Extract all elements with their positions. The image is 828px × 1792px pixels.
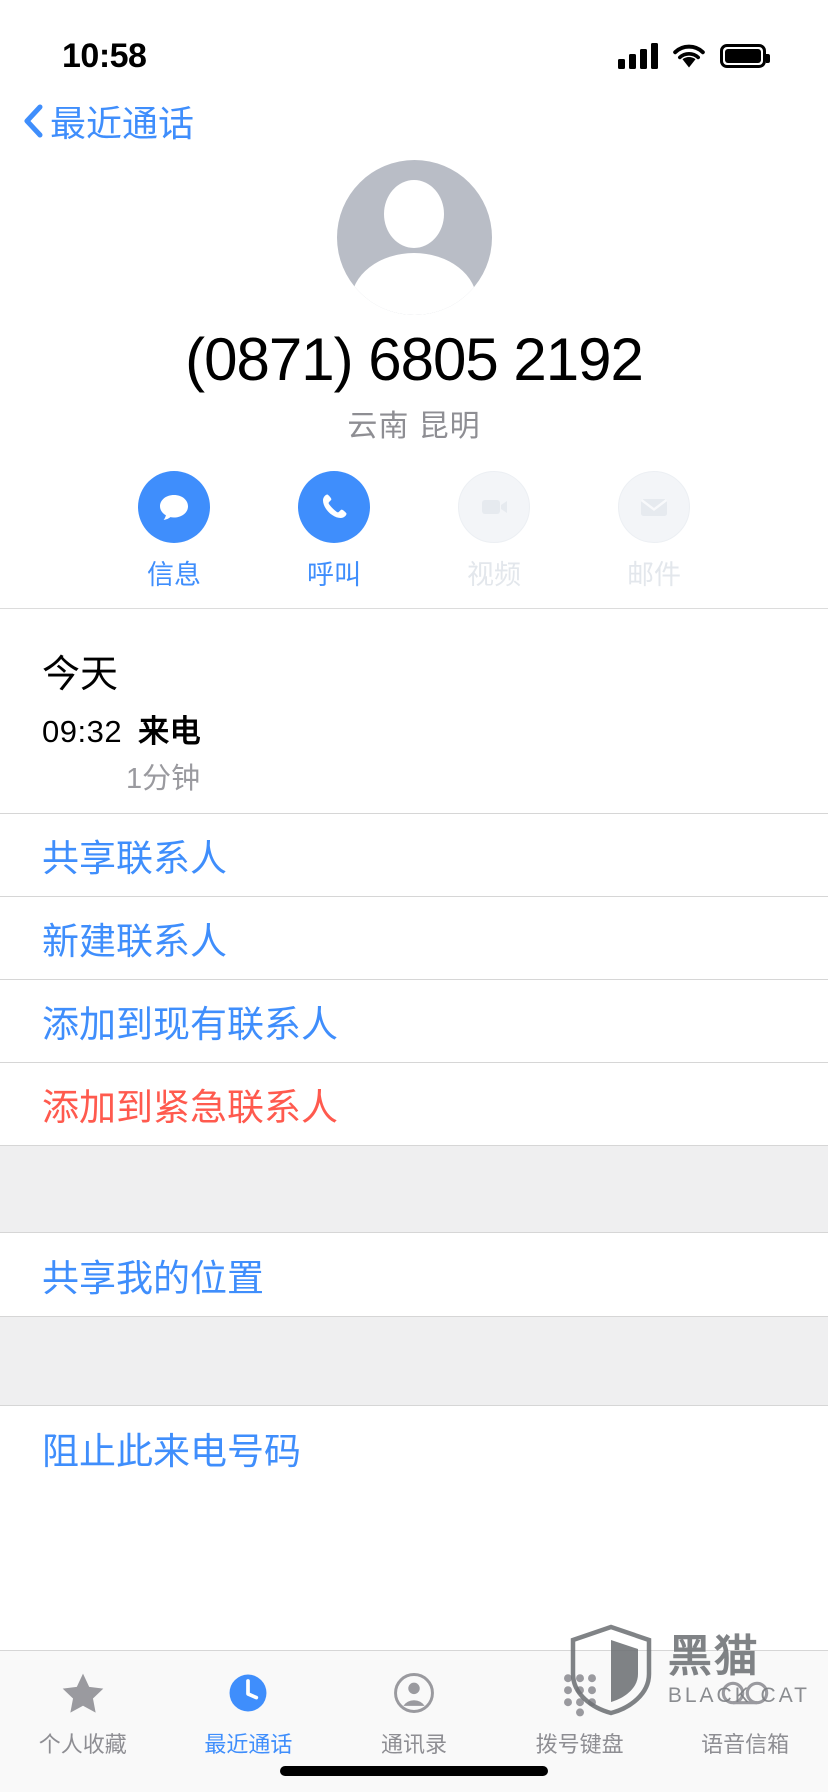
home-indicator — [280, 1766, 548, 1776]
tab-contacts[interactable]: 通讯录 — [331, 1667, 497, 1759]
phone-screen: 10:58 最近通话 (0871) 6805 2192 云南 昆明 信息 呼叫 … — [0, 0, 828, 1792]
tab-voicemail[interactable]: 语音信箱 — [662, 1667, 828, 1759]
menu-item-block-caller[interactable]: 阻止此来电号码 — [0, 1406, 828, 1489]
status-bar: 10:58 — [0, 0, 828, 90]
menu-item-share-contact[interactable]: 共享联系人 — [0, 813, 828, 896]
action-message-label: 信息 — [147, 560, 201, 590]
tab-favorites-label: 个人收藏 — [38, 1732, 127, 1757]
menu-item-create-contact[interactable]: 新建联系人 — [0, 896, 828, 979]
section-separator-1 — [0, 1145, 828, 1233]
tab-recents-label: 最近通话 — [204, 1732, 293, 1757]
call-entry-main: 09:32 来电 — [42, 706, 786, 751]
section-separator-2 — [0, 1316, 828, 1406]
action-call[interactable]: 呼叫 — [254, 471, 414, 592]
call-history-entry: 09:32 来电 1分钟 — [0, 704, 828, 813]
contact-location: 云南 昆明 — [347, 410, 481, 443]
wifi-icon — [672, 43, 706, 69]
contact-header: (0871) 6805 2192 云南 昆明 信息 呼叫 视频 邮件 — [0, 152, 828, 609]
back-button-label: 最近通话 — [50, 103, 195, 144]
status-bar-indicators — [618, 43, 770, 69]
voicemail-icon — [719, 1667, 771, 1719]
detail-list: 今天 09:32 来电 1分钟 共享联系人 新建联系人 添加到现有联系人 添加到紧… — [0, 609, 828, 1650]
chevron-left-icon — [24, 104, 43, 138]
page-title: (0871) 6805 2192 — [185, 326, 644, 393]
phone-handset-icon — [298, 471, 370, 543]
action-video-label: 视频 — [467, 560, 521, 590]
person-placeholder-avatar — [336, 160, 492, 315]
action-call-label: 呼叫 — [307, 560, 361, 590]
tab-recents[interactable]: 最近通话 — [166, 1667, 332, 1759]
navigation-bar: 最近通话 — [0, 90, 828, 152]
call-entry-duration: 1分钟 — [126, 763, 201, 795]
menu-item-share-my-location[interactable]: 共享我的位置 — [0, 1233, 828, 1316]
person-circle-icon — [390, 1667, 438, 1719]
cellular-signal-icon — [618, 43, 658, 69]
history-section-title: 今天 — [42, 654, 119, 696]
call-entry-time: 09:32 — [42, 714, 123, 749]
video-camera-icon — [458, 471, 530, 543]
message-bubble-icon — [138, 471, 210, 543]
tab-favorites[interactable]: 个人收藏 — [0, 1667, 166, 1759]
tab-keypad-label: 拨号键盘 — [535, 1732, 624, 1757]
clock-icon — [224, 1667, 272, 1719]
mail-envelope-icon — [618, 471, 690, 543]
tab-voicemail-label: 语音信箱 — [701, 1732, 790, 1757]
tab-keypad[interactable]: 拨号键盘 — [497, 1667, 663, 1759]
back-button[interactable]: 最近通话 — [22, 95, 194, 147]
tab-contacts-label: 通讯录 — [380, 1732, 447, 1757]
tab-bar: 个人收藏 最近通话 通讯录 拨号键盘 语音信箱 — [0, 1650, 828, 1792]
menu-item-add-emergency-contact[interactable]: 添加到紧急联系人 — [0, 1062, 828, 1145]
quick-actions: 信息 呼叫 视频 邮件 — [94, 471, 734, 592]
battery-full-icon — [720, 44, 770, 68]
call-entry-kind: 来电 — [138, 714, 202, 749]
action-message[interactable]: 信息 — [94, 471, 254, 592]
action-mail: 邮件 — [574, 471, 734, 592]
status-bar-time: 10:58 — [62, 36, 147, 75]
keypad-icon — [556, 1667, 604, 1719]
action-mail-label: 邮件 — [627, 560, 681, 590]
star-icon — [59, 1667, 107, 1719]
action-video: 视频 — [414, 471, 574, 592]
menu-item-add-existing-contact[interactable]: 添加到现有联系人 — [0, 979, 828, 1062]
